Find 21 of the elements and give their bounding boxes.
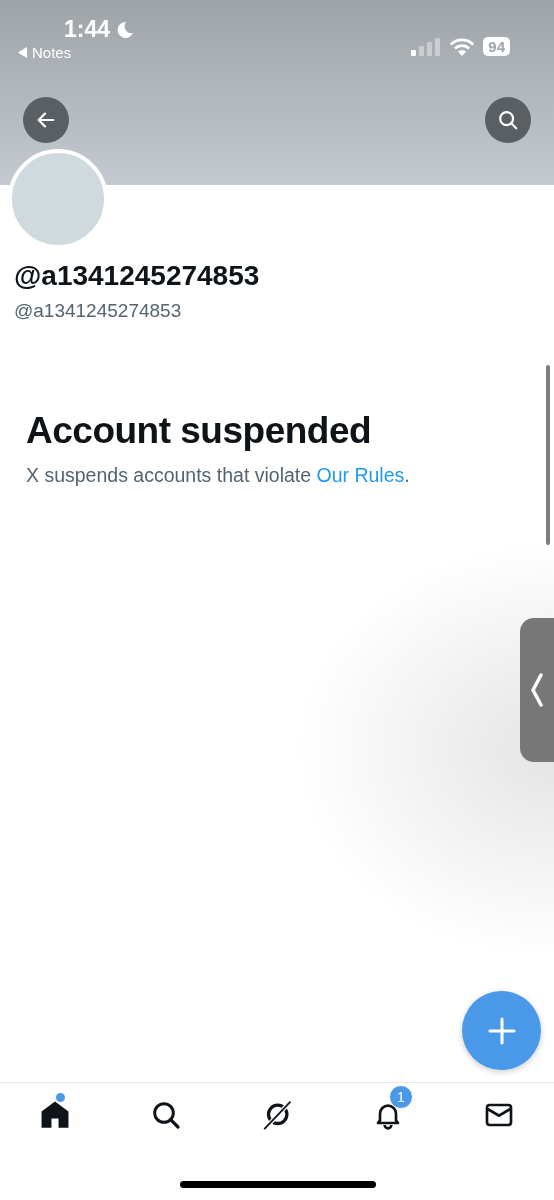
chevron-left-icon (531, 672, 543, 708)
plus-icon (487, 1016, 516, 1045)
display-name: @a1341245274853 (14, 260, 261, 292)
notification-count: 1 (388, 1085, 413, 1109)
suspended-heading: Account suspended (26, 410, 373, 452)
battery-level: 94 (483, 37, 510, 56)
back-button[interactable] (23, 97, 69, 143)
compose-button[interactable] (462, 991, 541, 1070)
new-posts-dot (56, 1093, 66, 1102)
search-icon (497, 109, 519, 131)
signal-icon (411, 37, 442, 56)
user-handle: @a1341245274853 (14, 300, 183, 322)
tab-bar-item[interactable]: 1 (356, 1085, 419, 1135)
back-to-app-link[interactable]: Notes (18, 44, 135, 61)
rules-link[interactable]: Our Rules (316, 464, 405, 486)
back-triangle-icon (18, 47, 28, 58)
side-pull-tab[interactable] (520, 618, 554, 762)
suspension-message: X suspends accounts that violate Our Rules. (26, 464, 411, 487)
clock-time: 1:44 (64, 16, 111, 43)
search-button[interactable] (485, 97, 531, 143)
wifi-icon (449, 37, 476, 56)
